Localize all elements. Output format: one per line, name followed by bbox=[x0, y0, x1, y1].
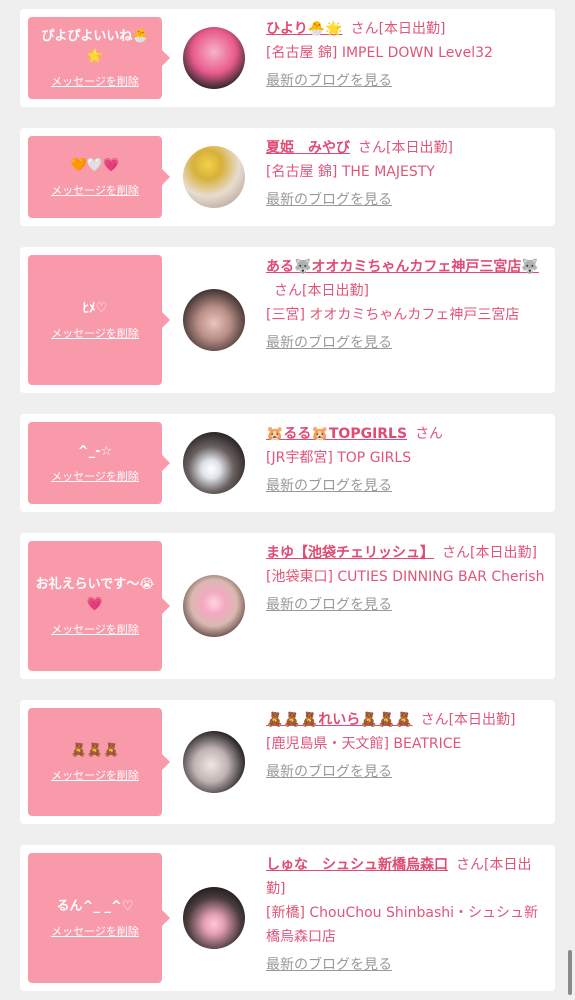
message-text: 🧸🧸🧸 bbox=[70, 743, 120, 758]
message-text: お礼えらいです〜😭💗 bbox=[35, 577, 155, 612]
message-card: ぴよぴよいいね🐣🌟 メッセージを削除 ひより🐣🌟 さん[本日出勤] [名古屋 錦]… bbox=[20, 9, 555, 107]
delete-message-link[interactable]: メッセージを削除 bbox=[51, 325, 139, 341]
delete-message-link[interactable]: メッセージを削除 bbox=[51, 767, 139, 783]
girl-name-link[interactable]: しゅな シュシュ新橋烏森口 bbox=[266, 857, 448, 873]
san-label: さん bbox=[350, 21, 379, 37]
work-status: [本日出勤] bbox=[386, 140, 453, 156]
message-card: 🧡🤍💗 メッセージを削除 夏姫 みやび さん[本日出勤] [名古屋 錦] THE … bbox=[20, 128, 555, 226]
san-label: さん bbox=[358, 140, 386, 156]
shop-name: [三宮] オオカミちゃんカフェ神戸三宮店 bbox=[266, 307, 520, 323]
girl-name-link[interactable]: ひより🐣🌟 bbox=[266, 21, 343, 37]
delete-message-link[interactable]: メッセージを削除 bbox=[51, 621, 139, 637]
message-text: ﾋﾒ♡ bbox=[82, 301, 108, 316]
message-bubble: ^_-☆ メッセージを削除 bbox=[28, 422, 170, 504]
shop-name: [JR宇都宮] TOP GIRLS bbox=[266, 450, 412, 466]
message-text: るん^_ _^♡ bbox=[56, 899, 134, 914]
girl-name-link[interactable]: ある🐺オオカミちゃんカフェ神戸三宮店🐺 bbox=[266, 259, 539, 275]
latest-blog-link[interactable]: 最新のブログを見る bbox=[266, 188, 547, 212]
latest-blog-link[interactable]: 最新のブログを見る bbox=[266, 331, 547, 355]
latest-blog-link[interactable]: 最新のブログを見る bbox=[266, 593, 547, 617]
message-card: 🧸🧸🧸 メッセージを削除 🧸🧸🧸れいら🧸🧸🧸 さん[本日出勤] [鹿児島県・天文館… bbox=[20, 700, 555, 824]
message-bubble: るん^_ _^♡ メッセージを削除 bbox=[28, 853, 170, 983]
san-label: さん bbox=[456, 857, 484, 873]
avatar[interactable] bbox=[183, 27, 245, 89]
shop-name: [池袋東口] CUTIES DINNING BAR Cherish bbox=[266, 569, 545, 585]
avatar[interactable] bbox=[183, 731, 245, 793]
message-card: るん^_ _^♡ メッセージを削除 しゅな シュシュ新橋烏森口 さん[本日出勤] … bbox=[20, 845, 555, 991]
san-label: さん bbox=[274, 283, 302, 299]
message-text: ぴよぴよいいね🐣🌟 bbox=[41, 29, 149, 64]
work-status: [本日出勤] bbox=[302, 283, 369, 299]
latest-blog-link[interactable]: 最新のブログを見る bbox=[266, 953, 547, 977]
message-bubble: 🧸🧸🧸 メッセージを削除 bbox=[28, 708, 170, 816]
shop-name: [名古屋 錦] IMPEL DOWN Level32 bbox=[266, 45, 493, 61]
delete-message-link[interactable]: メッセージを削除 bbox=[51, 468, 139, 484]
message-card: ^_-☆ メッセージを削除 🐹るる🐹TOPGIRLS さん [JR宇都宮] TOP… bbox=[20, 414, 555, 512]
message-card: お礼えらいです〜😭💗 メッセージを削除 まゆ【池袋チェリッシュ】 さん[本日出勤]… bbox=[20, 533, 555, 679]
work-status: [本日出勤] bbox=[448, 712, 516, 728]
girl-name-link[interactable]: 🐹るる🐹TOPGIRLS bbox=[266, 426, 407, 442]
san-label: さん bbox=[420, 712, 449, 728]
shop-name: [新橋] ChouChou Shinbashi・シュシュ新橋烏森口店 bbox=[266, 905, 539, 945]
message-text: ^_-☆ bbox=[77, 444, 113, 459]
san-label: さん bbox=[415, 426, 444, 442]
avatar[interactable] bbox=[183, 432, 245, 494]
shop-name: [鹿児島県・天文館] BEATRICE bbox=[266, 736, 462, 752]
avatar[interactable] bbox=[183, 887, 245, 949]
girl-name-link[interactable]: まゆ【池袋チェリッシュ】 bbox=[266, 545, 434, 561]
message-bubble: ﾋﾒ♡ メッセージを削除 bbox=[28, 255, 170, 385]
avatar[interactable] bbox=[183, 146, 245, 208]
san-label: さん bbox=[442, 545, 470, 561]
girl-name-link[interactable]: 夏姫 みやび bbox=[266, 140, 350, 156]
latest-blog-link[interactable]: 最新のブログを見る bbox=[266, 760, 547, 784]
message-card: ﾋﾒ♡ メッセージを削除 ある🐺オオカミちゃんカフェ神戸三宮店🐺 さん[本日出勤]… bbox=[20, 247, 555, 393]
message-bubble: 🧡🤍💗 メッセージを削除 bbox=[28, 136, 170, 218]
avatar[interactable] bbox=[183, 575, 245, 637]
message-text: 🧡🤍💗 bbox=[70, 158, 120, 173]
delete-message-link[interactable]: メッセージを削除 bbox=[51, 182, 139, 198]
work-status: [本日出勤] bbox=[378, 21, 446, 37]
avatar[interactable] bbox=[183, 289, 245, 351]
message-bubble: ぴよぴよいいね🐣🌟 メッセージを削除 bbox=[28, 17, 170, 99]
delete-message-link[interactable]: メッセージを削除 bbox=[51, 73, 139, 89]
shop-name: [名古屋 錦] THE MAJESTY bbox=[266, 164, 435, 180]
message-bubble: お礼えらいです〜😭💗 メッセージを削除 bbox=[28, 541, 170, 671]
latest-blog-link[interactable]: 最新のブログを見る bbox=[266, 474, 547, 498]
work-status: [本日出勤] bbox=[470, 545, 537, 561]
scrollbar[interactable] bbox=[568, 950, 572, 995]
girl-name-link[interactable]: 🧸🧸🧸れいら🧸🧸🧸 bbox=[266, 712, 413, 728]
latest-blog-link[interactable]: 最新のブログを見る bbox=[266, 69, 547, 93]
delete-message-link[interactable]: メッセージを削除 bbox=[51, 923, 139, 939]
